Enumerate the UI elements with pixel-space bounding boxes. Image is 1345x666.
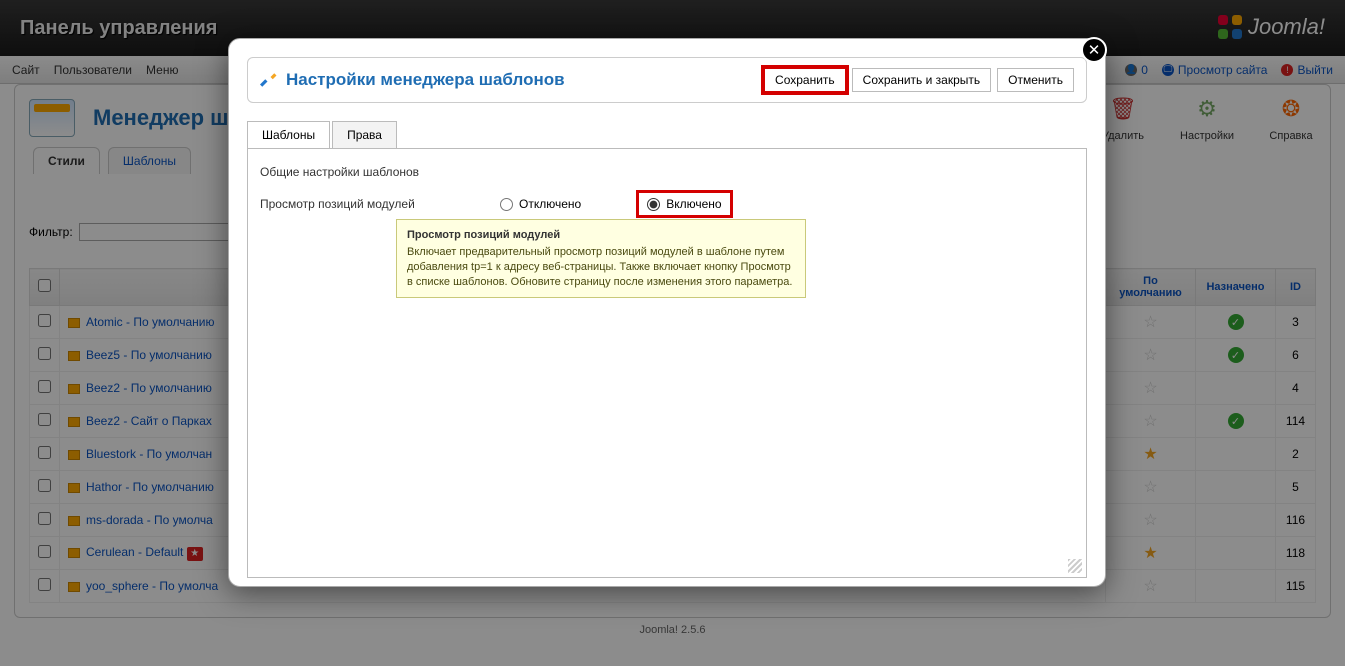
cancel-button[interactable]: Отменить — [997, 68, 1074, 92]
option-on[interactable]: Включено — [641, 195, 727, 213]
close-icon: ✕ — [1088, 41, 1101, 59]
section-heading: Общие настройки шаблонов — [260, 165, 1074, 179]
modal-tab-rights[interactable]: Права — [332, 121, 397, 148]
settings-modal: ✕ Настройки менеджера шаблонов Сохранить… — [228, 38, 1106, 587]
tooltip-title: Просмотр позиций модулей — [407, 228, 795, 243]
modal-toolbar: Настройки менеджера шаблонов Сохранить С… — [247, 57, 1087, 103]
field-label-positions: Просмотр позиций модулей — [260, 197, 460, 211]
modal-tab-templates[interactable]: Шаблоны — [247, 121, 330, 148]
modal-body: Общие настройки шаблонов Просмотр позици… — [247, 148, 1087, 578]
save-button[interactable]: Сохранить — [764, 68, 846, 92]
save-close-button[interactable]: Сохранить и закрыть — [852, 68, 991, 92]
tooltip-body: Включает предварительный просмотр позици… — [407, 246, 792, 288]
wrench-icon — [260, 71, 278, 89]
modal-title: Настройки менеджера шаблонов — [286, 70, 565, 90]
option-off[interactable]: Отключено — [500, 197, 581, 211]
resize-grip-icon[interactable] — [1068, 559, 1082, 573]
field-tooltip: Просмотр позиций модулей Включает предва… — [396, 219, 806, 298]
radio-on[interactable] — [647, 198, 660, 211]
modal-close-button[interactable]: ✕ — [1081, 37, 1107, 63]
radio-off[interactable] — [500, 198, 513, 211]
